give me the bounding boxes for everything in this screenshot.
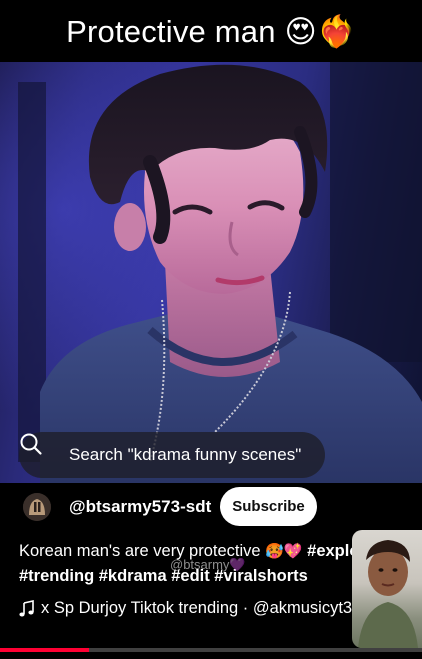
playback-progress-bar[interactable] xyxy=(0,648,422,652)
channel-handle[interactable]: @btsarmy573-sdt xyxy=(69,497,211,517)
channel-avatar[interactable] xyxy=(23,493,51,521)
video-frame[interactable]: Search "kdrama funny scenes" xyxy=(0,62,422,483)
search-icon xyxy=(20,433,59,467)
video-watermark: @btsarmy💜 xyxy=(170,557,246,572)
music-note-icon xyxy=(19,599,35,618)
shorts-player-screen: Protective man 😍❤️‍🔥 xyxy=(0,0,422,659)
remix-thumbnail[interactable] xyxy=(352,530,422,648)
video-title-emojis: 😍❤️‍🔥 xyxy=(284,13,356,49)
music-row[interactable]: x Sp Durjoy Tiktok trending · @akmusicyt… xyxy=(19,599,370,618)
video-title-text: Protective man xyxy=(66,13,276,49)
video-still-illustration xyxy=(0,62,422,483)
description-emojis: 🥵💖 xyxy=(265,543,303,560)
hashtags-line[interactable]: #trending #kdrama #edit #viralshorts xyxy=(19,567,308,585)
channel-row: @btsarmy573-sdt Subscribe xyxy=(0,486,422,528)
playback-progress-fill xyxy=(0,648,89,652)
video-title-overlay: Protective man 😍❤️‍🔥 xyxy=(0,0,422,62)
search-suggestion-chip[interactable]: Search "kdrama funny scenes" xyxy=(19,432,325,478)
subscribe-button[interactable]: Subscribe xyxy=(220,487,317,526)
video-title: Protective man 😍❤️‍🔥 xyxy=(66,13,356,50)
search-suggestion-label: Search "kdrama funny scenes" xyxy=(69,445,302,464)
music-track-label: x Sp Durjoy Tiktok trending · @akmusicyt… xyxy=(41,599,371,617)
